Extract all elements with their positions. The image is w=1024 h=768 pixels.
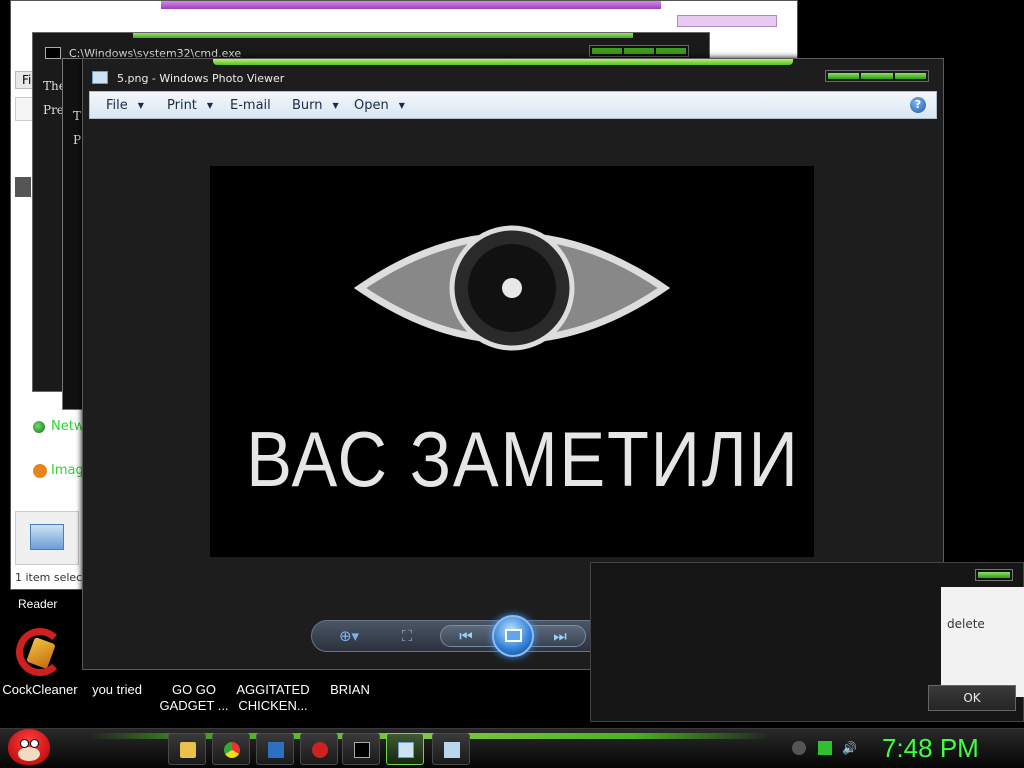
chevron-down-icon: ▼ bbox=[206, 101, 214, 110]
next-icon: ⏭ bbox=[553, 627, 567, 645]
photo-viewer-icon bbox=[92, 71, 108, 84]
taskbar-clock[interactable]: 7:48 PM bbox=[882, 733, 979, 764]
explorer-details-pane bbox=[15, 511, 79, 565]
angry-birds-icon bbox=[312, 742, 328, 758]
taskbar: 🔊 7:48 PM bbox=[0, 728, 1024, 768]
viewer-window-controls[interactable] bbox=[825, 70, 929, 82]
tray-arrow-icon[interactable] bbox=[792, 741, 806, 755]
actual-size-icon[interactable]: ⛶ bbox=[396, 627, 418, 645]
next-button[interactable]: ⏭ bbox=[528, 625, 586, 647]
cmd-icon bbox=[45, 47, 61, 59]
chevron-down-icon: ▼ bbox=[137, 101, 144, 110]
explorer-title-strip bbox=[161, 1, 661, 9]
desktop-icon-reader-label[interactable]: Reader bbox=[18, 596, 57, 612]
help-icon[interactable]: ? bbox=[910, 97, 926, 113]
cmd2-line-1: T bbox=[73, 109, 82, 123]
menu-file[interactable]: File ▼ bbox=[106, 98, 144, 113]
maximize-button[interactable] bbox=[861, 73, 893, 79]
explorer-window-controls[interactable] bbox=[677, 15, 777, 27]
images-icon bbox=[33, 463, 47, 478]
viewer-title: 5.png - Windows Photo Viewer bbox=[117, 72, 285, 85]
dialog-window[interactable]: delete OK bbox=[590, 562, 1024, 722]
photo-viewer-icon bbox=[398, 742, 414, 758]
desktop-icon-brian[interactable]: BRIAN bbox=[322, 682, 378, 698]
displayed-photo: ВАС ЗАМЕТИЛИ bbox=[210, 166, 814, 557]
cmd-icon bbox=[354, 742, 370, 758]
notes-icon bbox=[444, 742, 460, 758]
desktop-icon-cockcleaner[interactable]: CockCleaner bbox=[0, 682, 80, 698]
chevron-down-icon: ▼ bbox=[398, 101, 405, 110]
menu-burn[interactable]: Burn ▼ bbox=[292, 98, 339, 113]
nav-item-network[interactable]: Netw bbox=[33, 419, 84, 434]
explorer-scroll[interactable] bbox=[15, 177, 31, 197]
menu-open[interactable]: Open ▼ bbox=[354, 98, 405, 113]
menu-email[interactable]: E-mail bbox=[230, 98, 271, 113]
taskbar-explorer[interactable] bbox=[168, 733, 206, 765]
previous-button[interactable]: ⏮ bbox=[440, 625, 498, 647]
start-button[interactable] bbox=[2, 727, 56, 768]
close-button[interactable] bbox=[894, 73, 926, 79]
photo-caption: ВАС ЗАМЕТИЛИ bbox=[246, 415, 800, 503]
slideshow-icon bbox=[505, 629, 522, 642]
taskbar-angry-birds[interactable] bbox=[300, 733, 338, 765]
desktop-icon-aggitated-chicken[interactable]: AGGITATED CHICKEN... bbox=[234, 682, 312, 714]
eye-icon bbox=[353, 225, 671, 351]
desktop: Fi m Netw Imag 1 item selecte Reader C:\… bbox=[0, 0, 1024, 768]
taskbar-notes[interactable] bbox=[432, 733, 470, 765]
nav-item-images[interactable]: Imag bbox=[33, 463, 84, 478]
notepad-icon bbox=[268, 742, 284, 758]
chevron-down-icon: ▼ bbox=[332, 101, 339, 110]
dialog-message: delete bbox=[947, 617, 985, 631]
zoom-icon[interactable]: ⊕▾ bbox=[338, 627, 360, 645]
desktop-icon-go-go-gadget[interactable]: GO GO GADGET ... bbox=[154, 682, 234, 714]
taskbar-photo-viewer[interactable] bbox=[386, 733, 424, 765]
minimize-button[interactable] bbox=[828, 73, 860, 79]
ok-button[interactable]: OK bbox=[928, 685, 1016, 711]
taskbar-notepad[interactable] bbox=[256, 733, 294, 765]
slideshow-button[interactable] bbox=[492, 615, 534, 657]
viewer-menubar: File ▼ Print ▼ E-mail Burn ▼ Open ▼ ? bbox=[89, 91, 937, 119]
dialog-close-button[interactable] bbox=[975, 569, 1013, 581]
cmd-window-controls[interactable] bbox=[589, 45, 689, 57]
cmd-title-glow bbox=[133, 33, 633, 38]
file-thumbnail-icon bbox=[30, 524, 64, 550]
cmd-line-2: Pre bbox=[43, 103, 64, 117]
taskbar-chrome[interactable] bbox=[212, 733, 250, 765]
viewer-title-glow bbox=[213, 59, 793, 65]
desktop-icon-you-tried[interactable]: you tried bbox=[86, 682, 148, 698]
dialog-content bbox=[941, 587, 1024, 697]
network-tray-icon[interactable] bbox=[818, 741, 832, 755]
volume-icon[interactable]: 🔊 bbox=[842, 741, 857, 755]
cmd2-line-2: P bbox=[73, 133, 82, 147]
folder-icon bbox=[180, 742, 196, 758]
previous-icon: ⏮ bbox=[459, 627, 473, 645]
network-icon bbox=[33, 420, 45, 433]
chrome-icon bbox=[224, 742, 240, 758]
menu-print[interactable]: Print ▼ bbox=[167, 98, 213, 113]
taskbar-cmd[interactable] bbox=[342, 733, 380, 765]
